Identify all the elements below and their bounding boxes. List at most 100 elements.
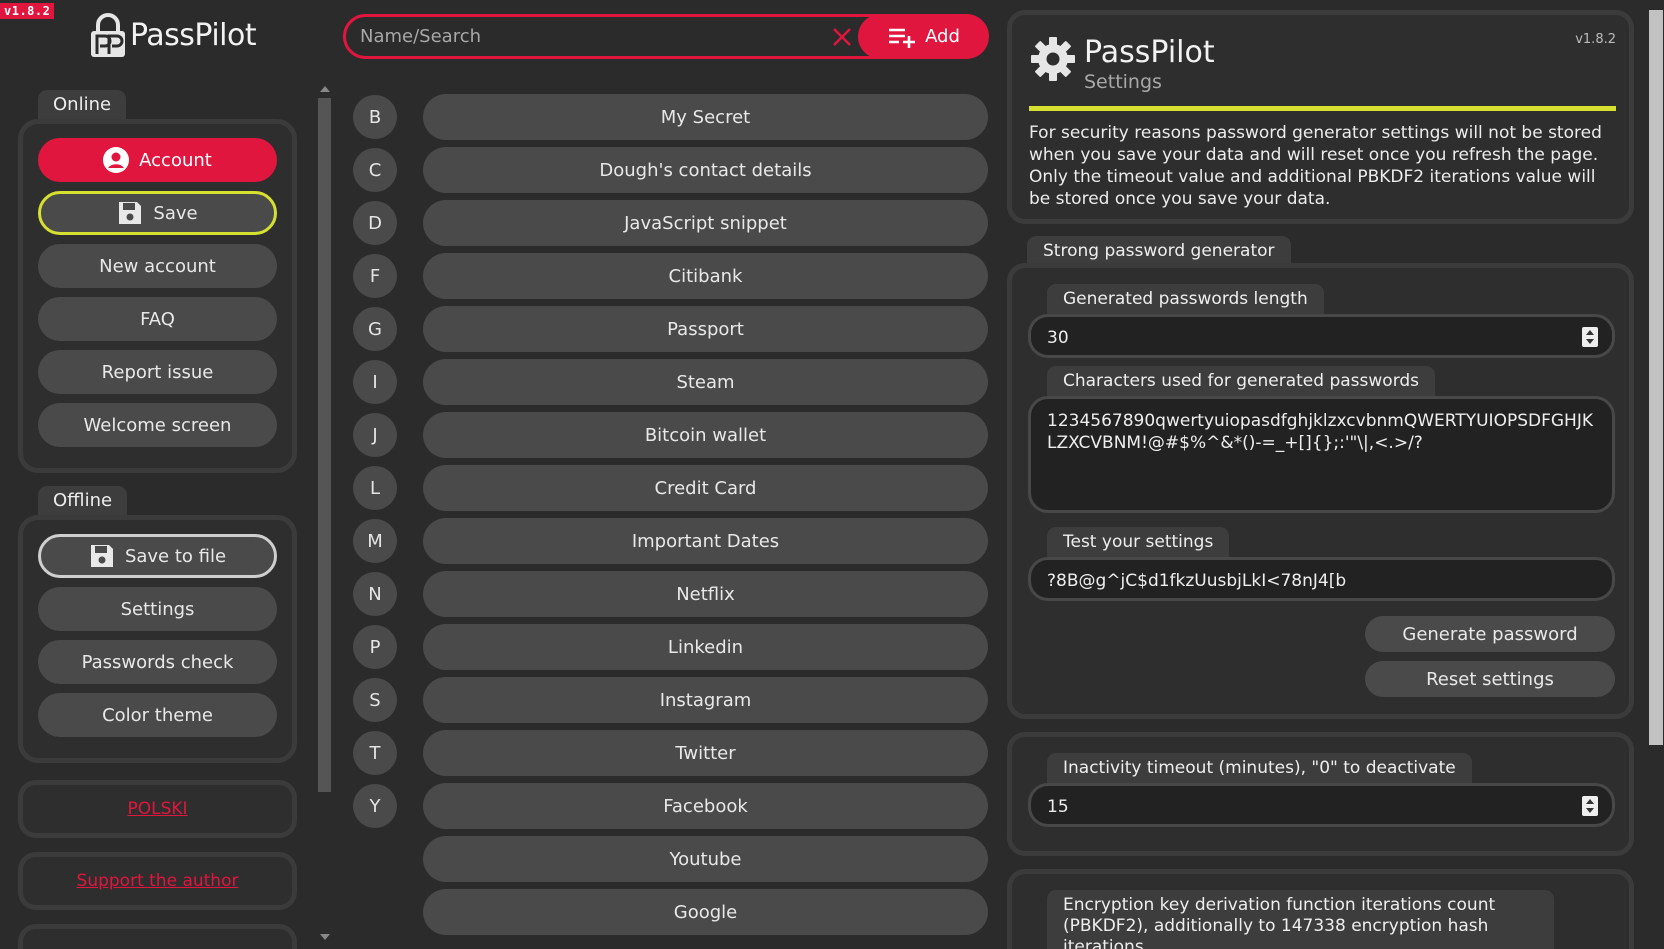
account-button[interactable]: Account xyxy=(38,138,277,182)
list-item: T Twitter xyxy=(353,730,988,776)
list-item: J Bitcoin wallet xyxy=(353,412,988,458)
settings-subtitle: Settings xyxy=(1084,71,1162,93)
logo-text: PassPilot xyxy=(130,17,257,53)
entry-button[interactable]: Instagram xyxy=(423,677,988,723)
letter-badge: N xyxy=(353,572,397,616)
add-list-icon xyxy=(889,28,916,48)
entry-button[interactable]: Youtube xyxy=(423,836,988,882)
test-value: ?8B@g^jC$d1fkzUusbjLkI<78nJ4[b xyxy=(1047,571,1347,591)
entry-button[interactable]: Credit Card xyxy=(423,465,988,511)
page-scrollbar[interactable] xyxy=(1648,10,1664,949)
report-issue-button[interactable]: Report issue xyxy=(38,350,277,394)
save-to-file-label: Save to file xyxy=(124,545,227,567)
add-button[interactable]: Add xyxy=(858,14,989,59)
language-link[interactable]: POLSKI xyxy=(127,799,187,819)
generate-password-button[interactable]: Generate password xyxy=(1365,616,1615,652)
letter-badge: Y xyxy=(353,784,397,828)
test-output[interactable]: ?8B@g^jC$d1fkzUusbjLkI<78nJ4[b xyxy=(1028,557,1615,601)
welcome-screen-label: Welcome screen xyxy=(83,414,232,436)
settings-header: PassPilot Settings v1.8.2 For security r… xyxy=(1007,10,1634,224)
reset-settings-button[interactable]: Reset settings xyxy=(1365,661,1615,697)
settings-app-title: PassPilot xyxy=(1084,35,1215,70)
new-account-label: New account xyxy=(99,255,216,277)
pbkdf2-label: Encryption key derivation function itera… xyxy=(1047,890,1554,949)
list-item: C Dough's contact details xyxy=(353,147,988,193)
letter-badge: D xyxy=(353,201,397,245)
list-item: N Netflix xyxy=(353,571,988,617)
version-badge: v1.8.2 xyxy=(0,3,55,19)
offline-tab: Offline xyxy=(38,486,128,518)
letter-badge: S xyxy=(353,678,397,722)
entry-button[interactable]: Important Dates xyxy=(423,518,988,564)
entry-button[interactable]: Twitter xyxy=(423,730,988,776)
entry-button[interactable]: Linkedin xyxy=(423,624,988,670)
entry-button[interactable]: Facebook xyxy=(423,783,988,829)
entry-button[interactable]: Citibank xyxy=(423,253,988,299)
search-input[interactable] xyxy=(360,17,820,56)
pbkdf2-panel: Encryption key derivation function itera… xyxy=(1007,869,1634,949)
new-account-button[interactable]: New account xyxy=(38,244,277,288)
welcome-screen-button[interactable]: Welcome screen xyxy=(38,403,277,447)
list-item: D JavaScript snippet xyxy=(353,200,988,246)
entry-button[interactable]: Google xyxy=(423,889,988,935)
gear-icon xyxy=(1031,37,1075,81)
settings-button[interactable]: Settings xyxy=(38,587,277,631)
timeout-label: Inactivity timeout (minutes), "0" to dea… xyxy=(1047,753,1472,786)
list-item: I Steam xyxy=(353,359,988,405)
page-scroll-thumb[interactable] xyxy=(1649,10,1663,745)
faq-button[interactable]: FAQ xyxy=(38,297,277,341)
timeout-value: 15 xyxy=(1047,797,1069,817)
offline-group: Save to file Settings Passwords check Co… xyxy=(18,515,297,763)
save-label: Save xyxy=(153,202,198,224)
letter-badge: I xyxy=(353,360,397,404)
save-to-file-button[interactable]: Save to file xyxy=(38,534,277,578)
letter-badge: F xyxy=(353,254,397,298)
more-box xyxy=(18,924,297,949)
letter-badge: C xyxy=(353,148,397,192)
list-item: G Passport xyxy=(353,306,988,352)
length-spinner[interactable] xyxy=(1582,327,1598,347)
chars-label: Characters used for generated passwords xyxy=(1047,366,1436,399)
length-value: 30 xyxy=(1047,328,1069,348)
letter-badge: T xyxy=(353,731,397,775)
timeout-input[interactable]: 15 xyxy=(1028,783,1615,827)
entry-button[interactable]: Netflix xyxy=(423,571,988,617)
entry-button[interactable]: My Secret xyxy=(423,94,988,140)
length-input[interactable]: 30 xyxy=(1028,314,1615,358)
list-item: Y Facebook xyxy=(353,783,988,829)
header-divider xyxy=(1029,106,1616,111)
support-link[interactable]: Support the author xyxy=(77,871,239,891)
list-item: L Credit Card xyxy=(353,465,988,511)
floppy-icon xyxy=(90,545,113,567)
letter-badge: G xyxy=(353,307,397,351)
color-theme-button[interactable]: Color theme xyxy=(38,693,277,737)
chars-textarea[interactable]: 1234567890qwertyuiopasdfghjklzxcvbnmQWER… xyxy=(1028,396,1615,513)
entry-button[interactable]: Dough's contact details xyxy=(423,147,988,193)
entry-button[interactable]: JavaScript snippet xyxy=(423,200,988,246)
online-group: Account Save New account FAQ Report issu… xyxy=(18,119,297,473)
support-box: Support the author xyxy=(18,852,297,910)
entry-button[interactable]: Passport xyxy=(423,306,988,352)
timeout-spinner[interactable] xyxy=(1582,796,1598,816)
entry-button[interactable]: Steam xyxy=(423,359,988,405)
add-label: Add xyxy=(925,26,960,47)
scroll-up-icon[interactable] xyxy=(320,86,330,92)
save-button[interactable]: Save xyxy=(38,191,277,235)
settings-label: Settings xyxy=(120,598,195,620)
close-icon[interactable] xyxy=(830,25,854,49)
chars-value: 1234567890qwertyuiopasdfghjklzxcvbnmQWER… xyxy=(1047,411,1593,453)
list-scrollbar[interactable] xyxy=(317,82,332,942)
entry-button[interactable]: Bitcoin wallet xyxy=(423,412,988,458)
online-tab: Online xyxy=(38,90,127,122)
settings-notice: For security reasons password generator … xyxy=(1029,123,1602,209)
scroll-down-icon[interactable] xyxy=(320,934,330,940)
letter-badge: J xyxy=(353,413,397,457)
passwords-check-label: Passwords check xyxy=(81,651,234,673)
floppy-icon xyxy=(119,202,142,224)
lock-logo-icon xyxy=(91,13,125,57)
language-box: POLSKI xyxy=(18,780,297,838)
list-scroll-thumb[interactable] xyxy=(318,98,331,792)
settings-version: v1.8.2 xyxy=(1575,32,1616,47)
color-theme-label: Color theme xyxy=(102,704,213,726)
passwords-check-button[interactable]: Passwords check xyxy=(38,640,277,684)
